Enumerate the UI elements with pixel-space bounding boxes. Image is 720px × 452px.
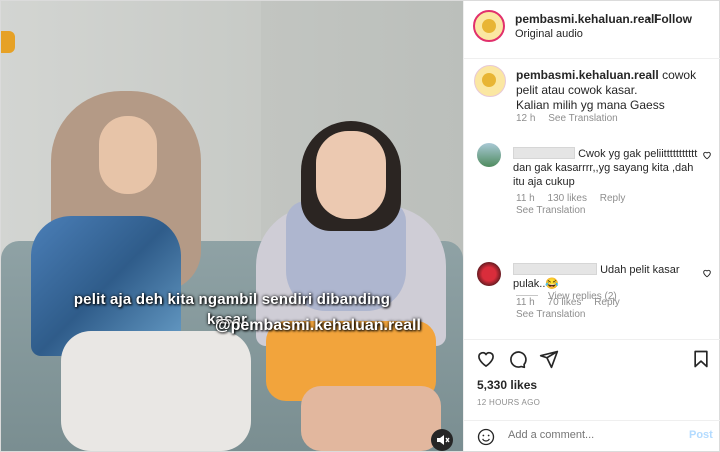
redacted-username bbox=[513, 147, 575, 159]
post-time: 12 HOURS AGO bbox=[477, 398, 541, 407]
comment-text: Udah pelit kasar pulak..😂 bbox=[513, 263, 703, 291]
comments-list[interactable]: pembasmi.kehaluan.reall cowok pelit atau… bbox=[464, 59, 720, 339]
comment-likes[interactable]: 70 likes bbox=[548, 297, 582, 308]
replies-divider bbox=[516, 295, 538, 296]
video-person-right-legs bbox=[301, 386, 441, 451]
video-subtitle-line1: pelit aja deh kita ngambil sendiri diban… bbox=[73, 291, 391, 308]
header-separator: • bbox=[647, 12, 652, 26]
audio-link[interactable]: Original audio bbox=[515, 28, 583, 40]
heart-outline-icon bbox=[703, 269, 711, 278]
post-comment-button[interactable]: Post bbox=[689, 429, 713, 441]
post-header: pembasmi.kehaluan.reall • Follow Origina… bbox=[464, 1, 720, 59]
video-person-right-face bbox=[316, 131, 386, 219]
laughing-emoji: 😂 bbox=[545, 278, 560, 290]
video-watermark: @pembasmi.kehaluan.reall bbox=[215, 317, 421, 334]
comment-time: 11 h bbox=[516, 297, 535, 308]
redacted-username bbox=[513, 263, 597, 275]
comment-reply[interactable]: Reply bbox=[600, 193, 626, 204]
author-avatar[interactable] bbox=[473, 10, 505, 42]
comment-like-icon[interactable] bbox=[702, 150, 712, 163]
author-username[interactable]: pembasmi.kehaluan.reall bbox=[515, 12, 658, 26]
video-player[interactable]: pelit aja deh kita ngambil sendiri diban… bbox=[1, 1, 463, 451]
heart-outline-icon bbox=[703, 151, 711, 160]
caption-time: 12 h bbox=[516, 113, 536, 124]
video-channel-logo bbox=[1, 31, 15, 53]
comment-time: 11 h bbox=[516, 193, 535, 204]
caption-username[interactable]: pembasmi.kehaluan.reall bbox=[516, 68, 659, 82]
comment-text: Cwok yg gak peliittttttttttt dan gak kas… bbox=[513, 147, 703, 189]
comment-like-icon[interactable] bbox=[702, 268, 712, 281]
emoji-icon[interactable] bbox=[477, 428, 495, 446]
comment-input[interactable] bbox=[508, 429, 658, 441]
heart-icon[interactable] bbox=[476, 349, 496, 369]
add-comment-bar: Post bbox=[464, 420, 720, 451]
post-actions: 5,330 likes 12 HOURS AGO bbox=[464, 339, 720, 413]
video-person-left-face bbox=[99, 116, 157, 194]
comment-see-translation[interactable]: See Translation bbox=[516, 309, 586, 320]
share-icon[interactable] bbox=[539, 349, 559, 369]
speaker-muted-icon-svg bbox=[437, 435, 450, 445]
comment-see-translation[interactable]: See Translation bbox=[516, 205, 586, 216]
comment-avatar[interactable] bbox=[477, 143, 501, 167]
speaker-muted-icon[interactable] bbox=[431, 429, 453, 451]
caption-meta: 12 h See Translation bbox=[516, 113, 618, 124]
comment-meta: 11 h 130 likes Reply bbox=[516, 193, 625, 204]
comment-meta: 11 h 70 likes Reply bbox=[516, 297, 620, 308]
video-person-left-pants bbox=[61, 331, 251, 451]
comment-reply[interactable]: Reply bbox=[594, 297, 620, 308]
bookmark-icon[interactable] bbox=[691, 349, 711, 369]
post-sidebar: pembasmi.kehaluan.reall • Follow Origina… bbox=[463, 1, 720, 451]
comment-avatar[interactable] bbox=[477, 262, 501, 286]
caption: pembasmi.kehaluan.reall cowok pelit atau… bbox=[516, 68, 712, 113]
comment-icon[interactable] bbox=[507, 349, 527, 369]
follow-button[interactable]: Follow bbox=[654, 12, 692, 26]
caption-text-2: Kalian milih yg mana Gaess bbox=[516, 98, 665, 112]
likes-count[interactable]: 5,330 likes bbox=[477, 378, 537, 392]
comment-likes[interactable]: 130 likes bbox=[548, 193, 587, 204]
caption-see-translation[interactable]: See Translation bbox=[548, 113, 618, 124]
caption-avatar[interactable] bbox=[474, 65, 506, 97]
